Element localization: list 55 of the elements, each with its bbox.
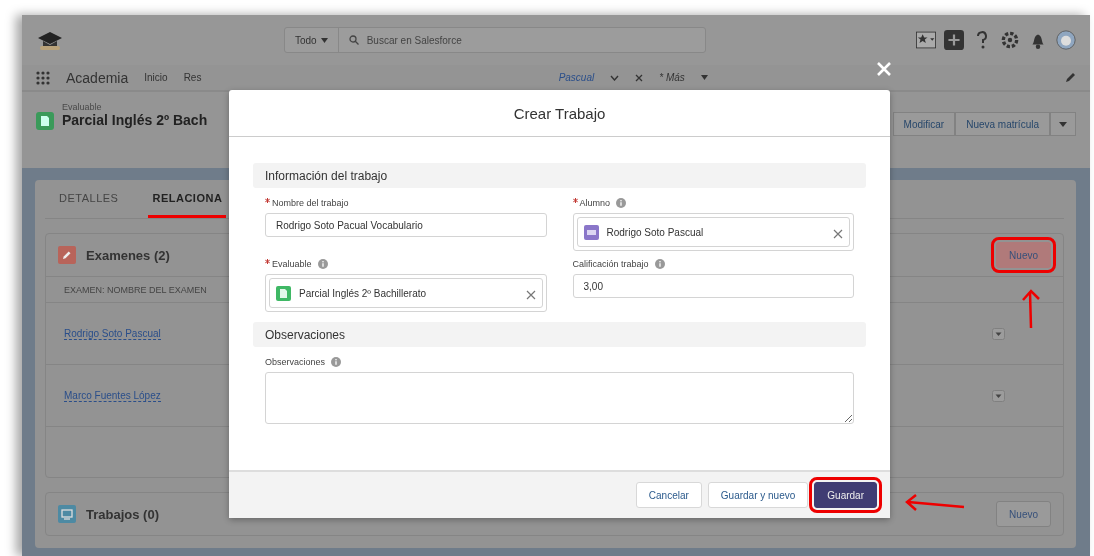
field-label: Nombre del trabajo <box>272 198 349 208</box>
pencil-icon <box>58 246 76 264</box>
footer-button[interactable]: Cancelar <box>635 482 702 508</box>
nav-link[interactable]: Inicio <box>144 72 168 83</box>
more-actions-button[interactable] <box>1050 112 1076 136</box>
lookup-field[interactable]: Parcial Inglés 2º Bachillerato <box>265 274 547 312</box>
clear-button[interactable] <box>525 288 536 298</box>
action-button[interactable]: Nueva matrícula <box>955 112 1050 136</box>
section-header: Observaciones <box>253 322 866 347</box>
app-launcher-icon[interactable] <box>36 70 50 85</box>
annotation-arrow <box>904 492 966 514</box>
record-title: Parcial Inglés 2º Bach <box>62 112 208 128</box>
field-label: Evaluable <box>272 259 312 269</box>
textarea-field[interactable] <box>265 372 854 424</box>
caret-icon <box>700 75 708 80</box>
more-menu[interactable]: * Más <box>659 72 685 83</box>
record-link[interactable]: Rodrigo Soto Pascual <box>64 327 161 340</box>
field-label: Observaciones <box>265 357 326 367</box>
tab[interactable]: DETALLES <box>59 180 119 218</box>
selected-value: Parcial Inglés 2º Bachillerato <box>299 287 427 299</box>
contact-card-icon <box>583 224 599 240</box>
related-list-title: Examenes (2) <box>86 247 170 263</box>
selected-value: Rodrigo Soto Pascual <box>606 226 704 238</box>
footer-button[interactable]: Guardar y nuevo <box>707 482 809 508</box>
record-link[interactable]: Marco Fuentes López <box>64 389 161 402</box>
modal-title: Crear Trabajo <box>229 90 890 137</box>
caret-icon <box>1059 121 1067 127</box>
nav-link[interactable]: Res <box>183 72 202 83</box>
document-icon <box>276 285 291 301</box>
text-input[interactable]: Rodrigo Soto Pacual Vocabulario <box>265 213 547 237</box>
close-button[interactable] <box>875 60 893 78</box>
row-menu-icon[interactable] <box>992 389 1005 402</box>
nav-tab[interactable]: Pascual <box>558 72 595 83</box>
add-icon[interactable] <box>944 30 964 50</box>
row-menu-icon[interactable] <box>992 327 1005 340</box>
close-icon[interactable] <box>635 73 644 82</box>
clear-button[interactable] <box>833 227 843 237</box>
lookup-field[interactable]: Rodrigo Soto Pascual <box>572 213 854 251</box>
field-label: Calificación trabajo <box>572 259 649 269</box>
avatar-icon[interactable] <box>1056 30 1076 50</box>
annotation-arrow <box>1021 288 1041 330</box>
monitor-icon <box>58 505 76 523</box>
settings-icon[interactable] <box>1000 30 1020 50</box>
related-list-title: Trabajos (0) <box>86 506 159 522</box>
text-input[interactable]: 3,00 <box>572 274 854 298</box>
tab[interactable]: RELACIONA <box>148 180 227 218</box>
record-type: Evaluable <box>62 102 103 112</box>
field-label: Alumno <box>579 198 610 208</box>
action-button[interactable]: Modificar <box>892 112 956 136</box>
pencil-icon[interactable] <box>1065 72 1076 83</box>
chevron-down-icon[interactable] <box>610 74 620 81</box>
app-name: Academia <box>66 69 129 86</box>
document-icon <box>36 112 54 130</box>
section-header: Información del trabajo <box>253 163 866 188</box>
new-button[interactable]: Nuevo <box>996 501 1051 527</box>
